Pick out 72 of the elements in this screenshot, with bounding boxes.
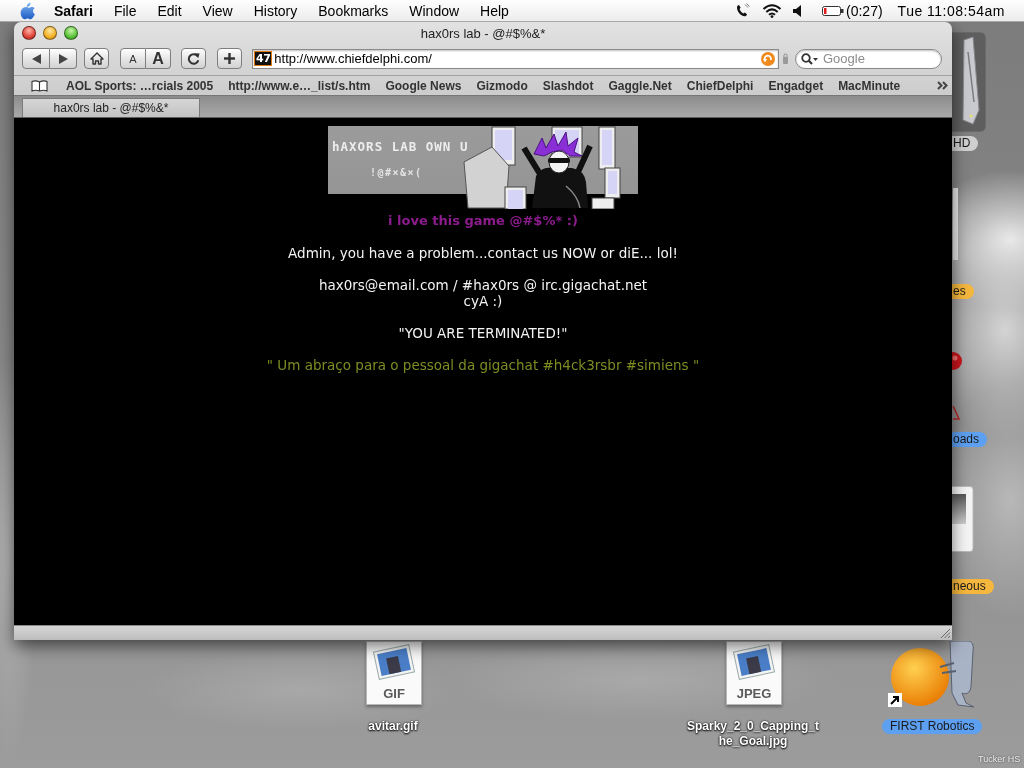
file-type-text: JPEG — [736, 687, 772, 701]
apple-icon[interactable] — [20, 1, 35, 20]
text-smaller-button[interactable]: A — [120, 48, 146, 69]
forward-icon — [58, 53, 68, 64]
icon-label[interactable]: es — [952, 284, 974, 299]
image-file-icon[interactable]: GIF — [366, 641, 422, 705]
site-favicon: 47 — [254, 51, 273, 66]
back-icon — [31, 53, 41, 64]
add-bookmark-button[interactable] — [217, 48, 242, 69]
address-field[interactable]: 47 http://www.chiefdelphi.com/ — [252, 48, 779, 69]
speaker-icon[interactable] — [793, 4, 802, 17]
device-icon[interactable] — [952, 486, 974, 552]
menu-title[interactable]: Edit — [157, 2, 182, 19]
hard-drive-icon[interactable] — [952, 32, 986, 132]
bookmark-link[interactable]: Google News — [385, 78, 462, 93]
book-icon[interactable] — [31, 79, 48, 92]
reload-icon — [187, 52, 200, 65]
menu-clock[interactable]: Tue 11:08:54am — [897, 2, 1005, 19]
search-icon — [801, 52, 818, 65]
message-text: hax0rs@email.com / #hax0rs @ irc.gigachat.net — [318, 277, 648, 293]
menu-title[interactable]: History — [253, 2, 298, 19]
bookmark-link[interactable]: AOL Sports: …rcials 2005 — [66, 78, 214, 93]
splitter-handle-icon[interactable] — [782, 51, 789, 66]
house-icon — [89, 52, 104, 65]
icon-label[interactable]: HD — [952, 136, 979, 151]
reload-button[interactable] — [181, 48, 206, 69]
forward-button[interactable] — [50, 48, 77, 69]
tab[interactable]: hax0rs lab - @#$%&* — [22, 98, 200, 117]
image-file-icon[interactable]: JPEG — [726, 641, 782, 705]
message-text: "YOU ARE TERMINATED!" — [398, 325, 568, 341]
menu-title[interactable]: Safari — [54, 2, 93, 19]
minimize-button[interactable] — [43, 26, 57, 40]
search-field[interactable]: Google — [795, 48, 942, 69]
bookmark-link[interactable]: ChiefDelphi — [686, 78, 754, 93]
banner-subtitle: !@#×&×( — [370, 167, 423, 179]
message-text: Admin, you have a problem...contact us NOW or diE... lol! — [288, 245, 678, 261]
icon-label[interactable]: neous — [952, 579, 994, 594]
bookmark-link[interactable]: Slashdot — [542, 78, 594, 93]
double-chevron-icon — [937, 81, 948, 90]
more-bookmarks-button[interactable] — [937, 81, 948, 90]
phone-icon[interactable] — [736, 3, 750, 18]
banner-title: hAXORS LAB OWN U — [332, 140, 469, 154]
close-button[interactable] — [22, 26, 36, 40]
tagline-text: i love this game @#$%* :) — [388, 213, 578, 229]
battery-icon[interactable] — [822, 4, 844, 17]
file-type-text: GIF — [383, 687, 405, 701]
computer-name-text: Tucker HS — [978, 754, 1021, 765]
bookmark-link[interactable]: Gaggle.Net — [608, 78, 672, 93]
alias-arrow-icon — [888, 693, 902, 707]
window-title: hax0rs lab - @#$%&* — [420, 25, 546, 41]
robot-and-ball-icon[interactable] — [888, 641, 976, 711]
menu-title[interactable]: File — [113, 2, 137, 19]
bookmark-link[interactable]: MacMinute — [838, 78, 901, 93]
wifi-icon[interactable] — [762, 3, 782, 18]
bookmark-link[interactable]: http://www.e…_list/s.htm — [228, 78, 371, 93]
menu-title[interactable]: Help — [480, 2, 509, 19]
message-text: cyA :) — [463, 293, 503, 309]
icon-label[interactable]: FIRST Robotics — [882, 719, 983, 734]
bookmark-link[interactable]: Engadget — [768, 78, 824, 93]
home-button[interactable] — [84, 48, 109, 69]
menu-title[interactable]: Bookmarks — [318, 2, 389, 19]
menu-title[interactable]: View — [202, 2, 233, 19]
zoom-button[interactable] — [64, 26, 78, 40]
plus-icon — [224, 53, 235, 64]
back-button[interactable] — [22, 48, 50, 69]
icon-label[interactable]: oads — [952, 432, 988, 447]
battery-time-text[interactable]: (0:27) — [846, 2, 883, 19]
resize-grip-icon[interactable] — [940, 628, 951, 639]
menu-title[interactable]: Window — [409, 2, 460, 19]
bookmark-link[interactable]: Gizmodo — [476, 78, 528, 93]
greeting-text: " Um abraço para o pessoal da gigachat #h4ck3rsbr #simiens " — [266, 357, 700, 373]
text-larger-button[interactable]: A — [146, 48, 171, 69]
